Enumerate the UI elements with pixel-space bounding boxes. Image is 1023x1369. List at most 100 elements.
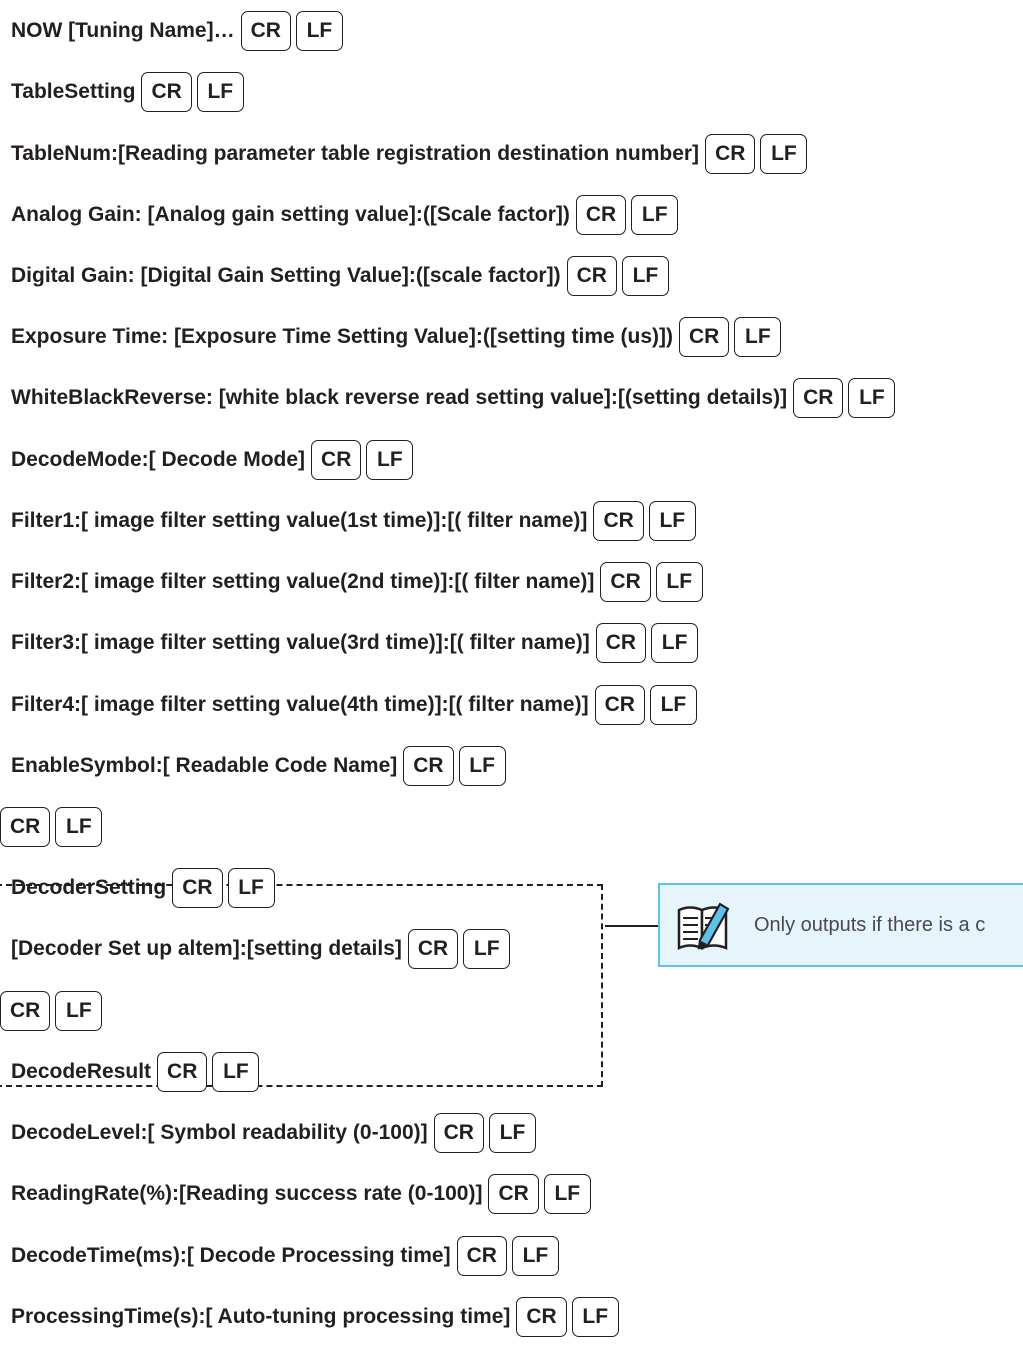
line-text: DecodeTime(ms):[ Decode Processing time] (11, 1243, 451, 1267)
lf-key: LF (212, 1051, 260, 1092)
line-terminator: CR LF (575, 194, 679, 235)
line-terminator: CR LF (594, 684, 697, 725)
line-terminator: CR LF (407, 929, 511, 970)
cr-key: CR (0, 990, 51, 1031)
line-terminator: CR LF (595, 623, 699, 664)
line-text: Filter2:[ image filter setting value(2nd… (11, 570, 595, 594)
lf-key: LF (227, 868, 275, 909)
cr-key: CR (600, 562, 651, 603)
lf-key: LF (458, 745, 506, 786)
line-text: Exposure Time: [Exposure Time Setting Va… (11, 325, 673, 349)
line-text: ReadingRate(%):[Reading success rate (0-… (11, 1182, 483, 1206)
output-line: DecodeTime(ms):[ Decode Processing time]… (11, 1234, 559, 1278)
line-terminator: CR LF (705, 133, 808, 174)
line-text: Filter3:[ image filter setting value(3rd… (11, 631, 590, 655)
output-line: Exposure Time: [Exposure Time Setting Va… (11, 315, 782, 359)
line-text: Digital Gain: [Digital Gain Setting Valu… (11, 263, 561, 287)
notepad-pencil-icon (677, 902, 730, 950)
line-text: DecodeResult (11, 1059, 152, 1083)
line-text: [Decoder Set up altem]:[setting details] (11, 937, 402, 961)
output-line: Analog Gain: [Analog gain setting value]… (11, 193, 679, 237)
output-line: EnableSymbol:[ Readable Code Name] CR LF (11, 744, 506, 788)
line-text: DecodeMode:[ Decode Mode] (11, 447, 306, 471)
line-text: DecodeLevel:[ Symbol readability (0-100)… (11, 1121, 428, 1145)
line-terminator: CR LF (456, 1235, 559, 1276)
lf-key: LF (649, 684, 697, 725)
cr-key: CR (488, 1174, 539, 1215)
cr-key: CR (407, 929, 459, 970)
output-line: Filter3:[ image filter setting value(3rd… (11, 621, 699, 665)
output-line: Filter2:[ image filter setting value(2nd… (11, 560, 703, 604)
output-line: CR LF (0, 989, 103, 1033)
line-terminator: CR LF (516, 1296, 619, 1337)
output-line: [Decoder Set up altem]:[setting details]… (11, 927, 511, 971)
lf-key: LF (463, 929, 511, 970)
output-line: DecodeMode:[ Decode Mode] CR LF (11, 438, 414, 482)
line-text: Filter4:[ image filter setting value(4th… (11, 692, 589, 716)
cr-key: CR (593, 500, 644, 541)
lf-key: LF (571, 1296, 619, 1337)
line-terminator: CR LF (0, 990, 103, 1031)
cr-key: CR (595, 623, 647, 664)
output-line: Digital Gain: [Digital Gain Setting Valu… (11, 254, 669, 298)
output-line: DecodeResult CR LF (11, 1050, 260, 1094)
line-text: Filter1:[ image filter setting value(1st… (11, 508, 588, 532)
output-line: ReadingRate(%):[Reading success rate (0-… (11, 1172, 591, 1216)
line-terminator: CR LF (240, 11, 343, 51)
cr-key: CR (172, 868, 223, 909)
lf-key: LF (488, 1113, 536, 1154)
line-terminator: CR LF (141, 72, 244, 113)
lf-key: LF (366, 439, 414, 480)
line-terminator: CR LF (593, 500, 696, 541)
lf-key: LF (196, 72, 244, 113)
lf-key: LF (55, 807, 103, 847)
cr-key: CR (311, 439, 362, 480)
lf-key: LF (655, 562, 703, 603)
line-terminator: CR LF (566, 255, 669, 296)
output-line: Filter1:[ image filter setting value(1st… (11, 499, 696, 543)
line-terminator: CR LF (488, 1174, 591, 1215)
cr-key: CR (456, 1235, 507, 1276)
line-text: TableNum:[Reading parameter table regist… (11, 141, 700, 165)
lf-key: LF (651, 623, 699, 664)
lf-key: LF (760, 133, 808, 174)
output-line: TableSetting CR LF (11, 70, 244, 114)
line-text: NOW [Tuning Name]… (11, 19, 235, 42)
lf-key: LF (543, 1174, 591, 1215)
note-connector-line (605, 925, 661, 927)
cr-key: CR (157, 1051, 208, 1092)
lf-key: LF (55, 990, 103, 1031)
line-terminator: CR LF (311, 439, 414, 480)
line-text: EnableSymbol:[ Readable Code Name] (11, 753, 398, 777)
lf-key: LF (511, 1235, 559, 1276)
lf-key: LF (295, 11, 343, 51)
output-line: WhiteBlackReverse: [white black reverse … (11, 376, 896, 420)
cr-key: CR (793, 378, 844, 419)
line-terminator: CR LF (793, 378, 896, 419)
lf-key: LF (621, 255, 669, 296)
lf-key: LF (734, 317, 782, 358)
cr-key: CR (0, 807, 51, 847)
cr-key: CR (566, 255, 617, 296)
cr-key: CR (240, 11, 291, 51)
cr-key: CR (679, 317, 730, 358)
line-text: DecoderSetting (11, 876, 167, 900)
line-terminator: CR LF (600, 562, 703, 603)
lf-key: LF (648, 500, 696, 541)
cr-key: CR (575, 194, 627, 235)
line-terminator: CR LF (0, 807, 103, 847)
lf-key: LF (631, 194, 679, 235)
line-terminator: CR LF (172, 868, 275, 909)
line-terminator: CR LF (433, 1113, 536, 1154)
output-line: NOW [Tuning Name]… CR LF (11, 9, 343, 53)
output-line: DecodeLevel:[ Symbol readability (0-100)… (11, 1111, 536, 1155)
line-text: Analog Gain: [Analog gain setting value]… (11, 202, 570, 226)
cr-key: CR (516, 1296, 567, 1337)
line-text: ProcessingTime(s):[ Auto-tuning processi… (11, 1304, 511, 1328)
line-terminator: CR LF (403, 745, 506, 786)
line-text: TableSetting (11, 80, 136, 104)
cr-key: CR (403, 745, 454, 786)
line-terminator: CR LF (679, 317, 782, 358)
note-text: Only outputs if there is a c (754, 913, 986, 936)
output-line: TableNum:[Reading parameter table regist… (11, 132, 808, 176)
